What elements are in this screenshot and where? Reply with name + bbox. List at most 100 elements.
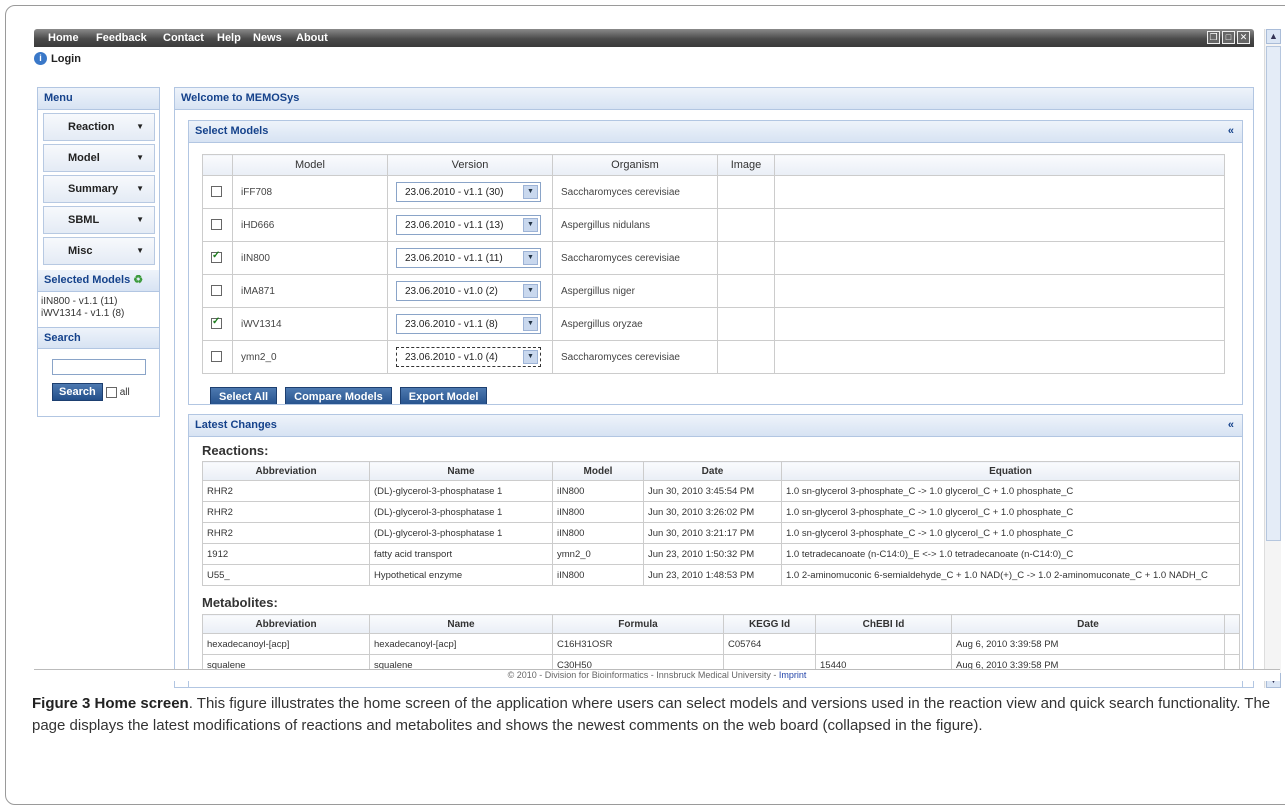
column-header: Organism <box>552 154 718 176</box>
nav-help[interactable]: Help <box>217 32 241 44</box>
table-cell: RHR2 <box>202 480 370 502</box>
scrollbar-thumb[interactable] <box>1266 46 1281 541</box>
scroll-up-icon[interactable]: ▲ <box>1266 29 1281 44</box>
column-header: Name <box>369 461 553 481</box>
table-cell: Jun 30, 2010 3:21:17 PM <box>643 522 782 544</box>
maximize-icon[interactable]: □ <box>1222 31 1235 44</box>
restore-icon[interactable]: ❐ <box>1207 31 1220 44</box>
chevron-down-icon[interactable]: ▼ <box>523 251 538 265</box>
table-row[interactable]: 1912 fatty acid transport ymn2_0 Jun 23, 20… <box>202 543 1240 565</box>
model-checkbox[interactable] <box>211 285 222 297</box>
version-select[interactable]: 23.06.2010 - v1.0 (4) ▼ <box>396 347 541 367</box>
column-header <box>202 154 233 176</box>
close-icon[interactable]: ✕ <box>1237 31 1250 44</box>
chevron-down-icon: ▼ <box>136 184 144 193</box>
column-header: Date <box>643 461 782 481</box>
column-header: Version <box>387 154 553 176</box>
menu-item-sbml[interactable]: SBML ▼ <box>43 206 155 234</box>
metabolites-table: Abbreviation Name Formula KEGG Id ChEBI … <box>202 614 1240 676</box>
menu-item-reaction[interactable]: Reaction ▼ <box>43 113 155 141</box>
table-row[interactable]: U55_ Hypothetical enzyme iIN800 Jun 23, 201… <box>202 564 1240 586</box>
table-cell: Aug 6, 2010 3:39:58 PM <box>951 633 1225 655</box>
compare-models-button[interactable]: Compare Models <box>285 387 392 404</box>
version-select[interactable]: 23.06.2010 - v1.1 (13) ▼ <box>396 215 541 235</box>
organism: Saccharomyces cerevisiae <box>552 340 718 374</box>
version-select[interactable]: 23.06.2010 - v1.1 (8) ▼ <box>396 314 541 334</box>
latest-changes-title: Latest Changes <box>195 419 277 431</box>
model-checkbox[interactable] <box>211 219 222 231</box>
table-cell: RHR2 <box>202 501 370 523</box>
table-row[interactable]: RHR2 (DL)-glycerol-3-phosphatase 1 iIN800 J… <box>202 522 1240 544</box>
menu-item-label: SBML <box>68 214 100 226</box>
chevron-down-icon[interactable]: ▼ <box>523 350 538 364</box>
chevron-down-icon[interactable]: ▼ <box>523 218 538 232</box>
collapse-icon[interactable]: « <box>1228 121 1234 141</box>
menu-item-label: Model <box>68 152 100 164</box>
column-header: Equation <box>781 461 1240 481</box>
table-row: iIN800 23.06.2010 - v1.1 (11) ▼ Saccharomyc… <box>202 241 1225 275</box>
model-checkbox[interactable] <box>211 250 222 264</box>
empty-cell <box>774 241 1225 275</box>
browser-viewport: Home Feedback Contact Help News About ❐ … <box>34 29 1283 688</box>
menu-item-misc[interactable]: Misc ▼ <box>43 237 155 265</box>
menu-item-summary[interactable]: Summary ▼ <box>43 175 155 203</box>
table-row: ymn2_0 23.06.2010 - v1.0 (4) ▼ Saccharomyce… <box>202 340 1225 374</box>
menu-item-label: Reaction <box>68 121 115 133</box>
image-cell <box>717 208 775 242</box>
table-cell: iIN800 <box>552 501 644 523</box>
login-link[interactable]: i Login <box>34 52 81 65</box>
column-header: Model <box>232 154 388 176</box>
reactions-table: Abbreviation Name Model Date Equation RH… <box>202 461 1240 586</box>
chevron-down-icon[interactable]: ▼ <box>523 284 538 298</box>
search-input[interactable] <box>52 359 146 375</box>
vertical-scrollbar[interactable]: ▲ ▼ <box>1264 29 1281 688</box>
empty-cell <box>774 274 1225 308</box>
menu-item-model[interactable]: Model ▼ <box>43 144 155 172</box>
table-cell <box>1224 633 1240 655</box>
selected-models-label: Selected Models <box>44 274 131 286</box>
all-checkbox[interactable] <box>105 386 117 398</box>
nav-contact[interactable]: Contact <box>163 32 204 44</box>
empty-cell <box>774 208 1225 242</box>
latest-changes-panel: Latest Changes « Reactions: Abbreviation … <box>188 414 1243 687</box>
select-all-button[interactable]: Select All <box>210 387 278 404</box>
table-row[interactable]: RHR2 (DL)-glycerol-3-phosphatase 1 iIN800 J… <box>202 480 1240 502</box>
model-name: iIN800 <box>232 241 388 275</box>
model-checkbox[interactable] <box>211 351 222 363</box>
table-header-row: Abbreviation Name Formula KEGG Id ChEBI … <box>202 614 1240 634</box>
table-row[interactable]: RHR2 (DL)-glycerol-3-phosphatase 1 iIN800 J… <box>202 501 1240 523</box>
chevron-down-icon[interactable]: ▼ <box>523 317 538 331</box>
table-row[interactable]: hexadecanoyl-[acp] hexadecanoyl-[acp] C16H… <box>202 633 1240 655</box>
table-cell: Jun 30, 2010 3:45:54 PM <box>643 480 782 502</box>
collapse-icon[interactable]: « <box>1228 415 1234 435</box>
nav-feedback[interactable]: Feedback <box>96 32 147 44</box>
nav-about[interactable]: About <box>296 32 328 44</box>
table-cell: 1.0 sn-glycerol 3-phosphate_C -> 1.0 gly… <box>781 501 1240 523</box>
version-select[interactable]: 23.06.2010 - v1.1 (11) ▼ <box>396 248 541 268</box>
nav-news[interactable]: News <box>253 32 282 44</box>
imprint-link[interactable]: Imprint <box>779 670 807 680</box>
version-select[interactable]: 23.06.2010 - v1.1 (30) ▼ <box>396 182 541 202</box>
column-header: KEGG Id <box>723 614 816 634</box>
search-button[interactable]: Search <box>52 383 103 401</box>
column-header <box>1224 614 1240 634</box>
table-cell: iIN800 <box>552 564 644 586</box>
model-checkbox[interactable] <box>211 186 222 198</box>
version-cell: 23.06.2010 - v1.1 (13) ▼ <box>387 208 553 242</box>
nav-home[interactable]: Home <box>48 32 79 44</box>
chevron-down-icon: ▼ <box>136 122 144 131</box>
select-models-header: Select Models « <box>189 121 1242 143</box>
model-checkbox[interactable] <box>211 316 222 330</box>
selected-model-item: iWV1314 - v1.1 (8) <box>41 308 125 319</box>
refresh-icon[interactable]: ♻ <box>133 274 143 286</box>
model-name: iMA871 <box>232 274 388 308</box>
export-model-button[interactable]: Export Model <box>399 387 488 404</box>
version-value: 23.06.2010 - v1.1 (11) <box>405 252 503 264</box>
table-cell: fatty acid transport <box>369 543 553 565</box>
chevron-down-icon[interactable]: ▼ <box>523 185 538 199</box>
version-select[interactable]: 23.06.2010 - v1.0 (2) ▼ <box>396 281 541 301</box>
menu-title: Menu <box>38 88 159 110</box>
reactions-title: Reactions: <box>202 443 269 458</box>
column-header: ChEBI Id <box>815 614 952 634</box>
checkbox-cell <box>202 307 233 341</box>
